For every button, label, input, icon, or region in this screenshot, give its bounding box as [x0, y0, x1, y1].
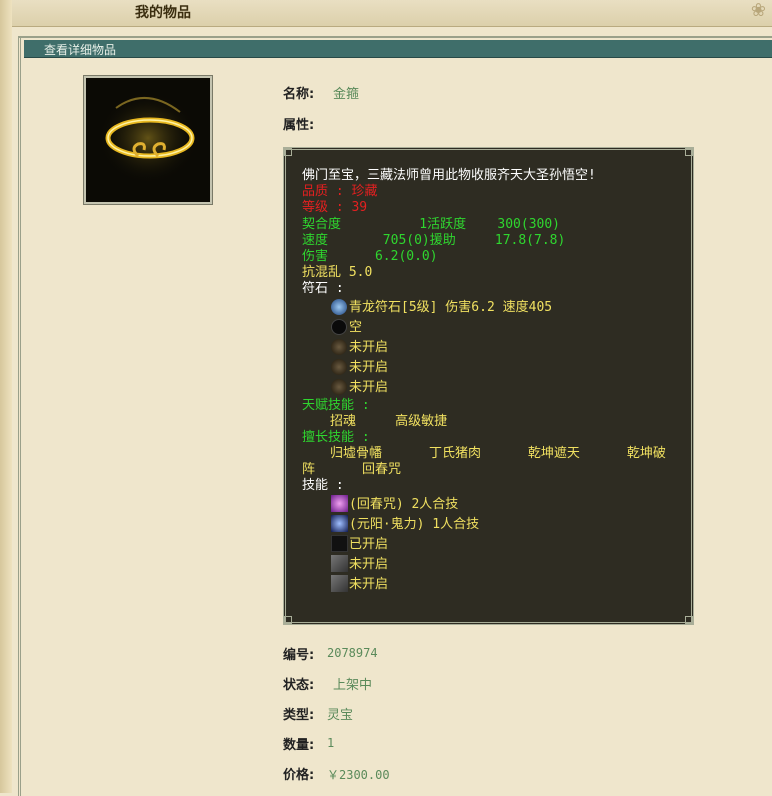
item-status: 上架中 [333, 678, 373, 693]
expert-skills-line2: 阵 回春咒 [302, 462, 401, 477]
id-label: 编号: [283, 648, 315, 663]
locked-rune-slot-icon[interactable] [331, 339, 347, 355]
skill-3: 已开启 [349, 537, 389, 552]
stat-fit: 契合度 1活跃度 300(300) [302, 217, 561, 232]
skill-5: 未开启 [349, 577, 389, 592]
qty-label: 数量: [283, 738, 315, 753]
open-skill-slot-icon[interactable] [331, 535, 348, 552]
type-label: 类型: [283, 708, 315, 723]
level: 等级 : 39 [302, 200, 368, 215]
page-title: 我的物品 [135, 5, 191, 21]
cloud-decoration-icon: ❀ [750, 0, 766, 21]
talent-skills: 招魂 高级敏捷 [330, 414, 448, 429]
price-label: 价格: [283, 768, 315, 783]
panel-header: 查看详细物品 [24, 40, 772, 58]
rune-5: 未开启 [349, 380, 389, 395]
name-label: 名称: [283, 87, 315, 102]
empty-rune-slot-icon[interactable] [331, 319, 347, 335]
locked-rune-slot-icon[interactable] [331, 359, 347, 375]
item-quantity: 1 [327, 736, 335, 750]
attr-label: 属性: [283, 118, 315, 133]
talent-label: 天赋技能 : [302, 398, 370, 413]
stat-chaos: 抗混乱 5.0 [302, 265, 373, 280]
locked-skill-slot-icon[interactable] [331, 575, 348, 592]
item-price: ￥2300.00 [327, 768, 390, 782]
attribute-panel: 佛门至宝，三藏法师曾用此物收服齐天大圣孙悟空! 品质 : 珍藏 等级 : 39 … [283, 147, 694, 625]
item-name: 金箍 [333, 87, 360, 102]
quality: 品质 : 珍藏 [302, 184, 378, 199]
expert-skills-line1: 归墟骨幡 丁氏猪肉 乾坤遮天 乾坤破 [330, 446, 666, 461]
spring-spell-icon[interactable] [331, 495, 348, 512]
yuanyang-ghost-icon[interactable] [331, 515, 348, 532]
item-image [83, 75, 213, 205]
stat-damage: 伤害 6.2(0.0) [302, 249, 438, 264]
skill-4: 未开启 [349, 557, 389, 572]
item-type: 灵宝 [327, 708, 354, 723]
locked-skill-slot-icon[interactable] [331, 555, 348, 572]
rune-1: 青龙符石[5级] 伤害6.2 速度405 [349, 300, 553, 315]
rune-3: 未开启 [349, 340, 389, 355]
locked-rune-slot-icon[interactable] [331, 379, 347, 395]
status-label: 状态: [283, 678, 315, 693]
panel-title: 查看详细物品 [44, 43, 117, 57]
rune-2: 空 [349, 320, 363, 335]
rune-4: 未开启 [349, 360, 389, 375]
left-border [0, 0, 12, 793]
skill-2: (元阳·鬼力) 1人合技 [349, 517, 480, 532]
expert-label: 擅长技能 : [302, 430, 370, 445]
blue-dragon-rune-icon[interactable] [331, 299, 347, 315]
item-description: 佛门至宝，三藏法师曾用此物收服齐天大圣孙悟空! [302, 168, 596, 183]
item-id: 2078974 [327, 646, 378, 660]
top-bar: 我的物品 ❀ [0, 0, 772, 27]
golden-ring-icon [86, 78, 210, 202]
rune-label: 符石 : [302, 281, 344, 296]
skill-1: (回春咒) 2人合技 [349, 497, 459, 512]
skill-label: 技能 : [302, 478, 344, 493]
stat-speed: 速度 705(0)援助 17.8(7.8) [302, 233, 566, 248]
